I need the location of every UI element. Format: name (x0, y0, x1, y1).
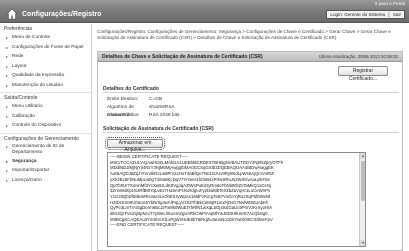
main-content: Configurações/Registro: Configurações de… (93, 24, 409, 251)
panel-title: Detalhes de Chave e Solicitação de Assin… (102, 53, 263, 60)
sidebar-item-department-id[interactable]: ▸ Gerenciamento de ID de Departamento (0, 143, 91, 157)
login-label: Login: (330, 12, 343, 17)
detail-value: C=GB (149, 97, 163, 102)
sidebar-item-network[interactable]: ▸ Rede (0, 52, 91, 62)
sidebar-item-label: Calibração (12, 113, 35, 119)
sidebar-item-label: Segurança (12, 158, 37, 164)
sidebar-item-control-menu[interactable]: ▸ Menu de Controle (0, 33, 91, 43)
csr-text: -----BEGIN CERTIFICATE REQUEST----- MIIC… (110, 154, 284, 228)
top-links: Ir para o Portal (375, 1, 405, 6)
sidebar-item-label: Menu de Controle (12, 35, 51, 40)
sidebar-heading-management: Configurações de Gerenciamento (4, 135, 79, 142)
sidebar-heading-output: Saída/Controle (4, 95, 38, 101)
sidebar-item-license[interactable]: ▸ Licença/Outro (0, 176, 91, 186)
sidebar-item-label: Gerenciamento de ID de Departamento (12, 144, 65, 155)
panel-header: Detalhes de Chave e Solicitação de Assin… (98, 52, 402, 62)
sidebar-item-security[interactable]: ▸ Segurança (0, 157, 91, 167)
scroll-down-icon[interactable]: ▾ (360, 240, 365, 246)
sidebar-item-calibration[interactable]: ▸ Calibração (0, 112, 91, 122)
breadcrumb: Configurações/Registro: Configurações de… (97, 29, 391, 40)
scroll-up-icon[interactable]: ▴ (360, 153, 365, 159)
detail-key: Emitir Destino: (107, 97, 139, 102)
sidebar-item-device-control[interactable]: ▸ Controle do Dispositivo (0, 121, 91, 131)
home-icon (6, 8, 18, 20)
sidebar-item-label: Menu Utilitário (12, 104, 43, 109)
sidebar-item-label: Controle do Dispositivo (12, 123, 62, 128)
sidebar-item-user-maintenance[interactable]: ▸ Manutenção do Usuário (0, 81, 91, 91)
csr-textarea[interactable]: -----BEGIN CERTIFICATE REQUEST----- MIIC… (107, 152, 366, 247)
sidebar-item-label: Manutenção do Usuário (12, 82, 63, 88)
csr-section: Solicitação de Assinatura de Certificado… (103, 125, 399, 249)
sidebar-divider (0, 92, 91, 93)
sidebar-item-layout[interactable]: ▸ Layout (0, 62, 91, 72)
detail-key: Algoritmo de Assinatura: (107, 105, 134, 118)
sidebar-item-utility-menu[interactable]: ▸ Menu Utilitário (0, 102, 91, 112)
user-box: Login: Gerente do Sistema | Sair (326, 10, 405, 19)
sidebar-item-paper-source[interactable]: ▸ Configurações de Fonte de Papel (0, 43, 91, 53)
save-to-file-button[interactable]: Armazenar em Arquivo... (105, 137, 165, 153)
scroll-thumb[interactable] (361, 161, 365, 201)
detail-value: sha256RSA (149, 105, 175, 110)
detail-row: Algoritmo de Assinatura: sha256RSA (103, 104, 399, 118)
detail-key: Chave Pública: (107, 113, 140, 118)
sidebar: Preferências ▸ Menu de Controle ▸ Configur… (0, 24, 92, 251)
detail-row: Emitir Destino: C=GB (103, 96, 399, 104)
section-title: Solicitação de Assinatura de Certificado… (103, 125, 399, 133)
csr-details-panel: Detalhes de Chave e Solicitação de Assin… (97, 51, 403, 251)
sidebar-item-label: Qualidade da Impressão (12, 73, 65, 78)
app-title: Configurações/Registro (22, 11, 102, 18)
sidebar-item-label: Configurações de Fonte de Papel (12, 44, 84, 50)
section-title: Detalhes do Certificado (103, 85, 399, 93)
sidebar-divider (0, 132, 91, 134)
sidebar-item-import-export[interactable]: ▸ Importar/Exportar (0, 166, 91, 176)
logout-link[interactable]: Sair (393, 12, 401, 17)
certificate-details-section: Detalhes do Certificado Emitir Destino: … (103, 85, 399, 120)
last-update: Última Atualização: 20/06 2013 20:36:02 (319, 54, 398, 59)
sidebar-item-label: Importar/Exportar (12, 168, 50, 173)
login-user: Gerente do Sistema (344, 12, 386, 17)
sidebar-item-label: Rede (12, 54, 24, 59)
sidebar-item-label: Licença/Outro (12, 177, 42, 183)
sidebar-item-print-quality[interactable]: ▸ Qualidade da Impressão (0, 71, 91, 81)
detail-row: Chave Pública: RSA 2048 bits (103, 112, 399, 120)
csr-scrollbar[interactable]: ▴ ▾ (359, 153, 365, 246)
detail-value: RSA 2048 bits (149, 113, 180, 118)
sidebar-heading-preferences: Preferências (4, 26, 33, 32)
app-header: Configurações/Registro Ir para o Portal … (0, 0, 409, 23)
sidebar-item-label: Layout (12, 63, 27, 69)
register-certificate-button[interactable]: Registrar Certificado... (338, 66, 388, 82)
portal-link[interactable]: Ir para o Portal (375, 1, 405, 6)
